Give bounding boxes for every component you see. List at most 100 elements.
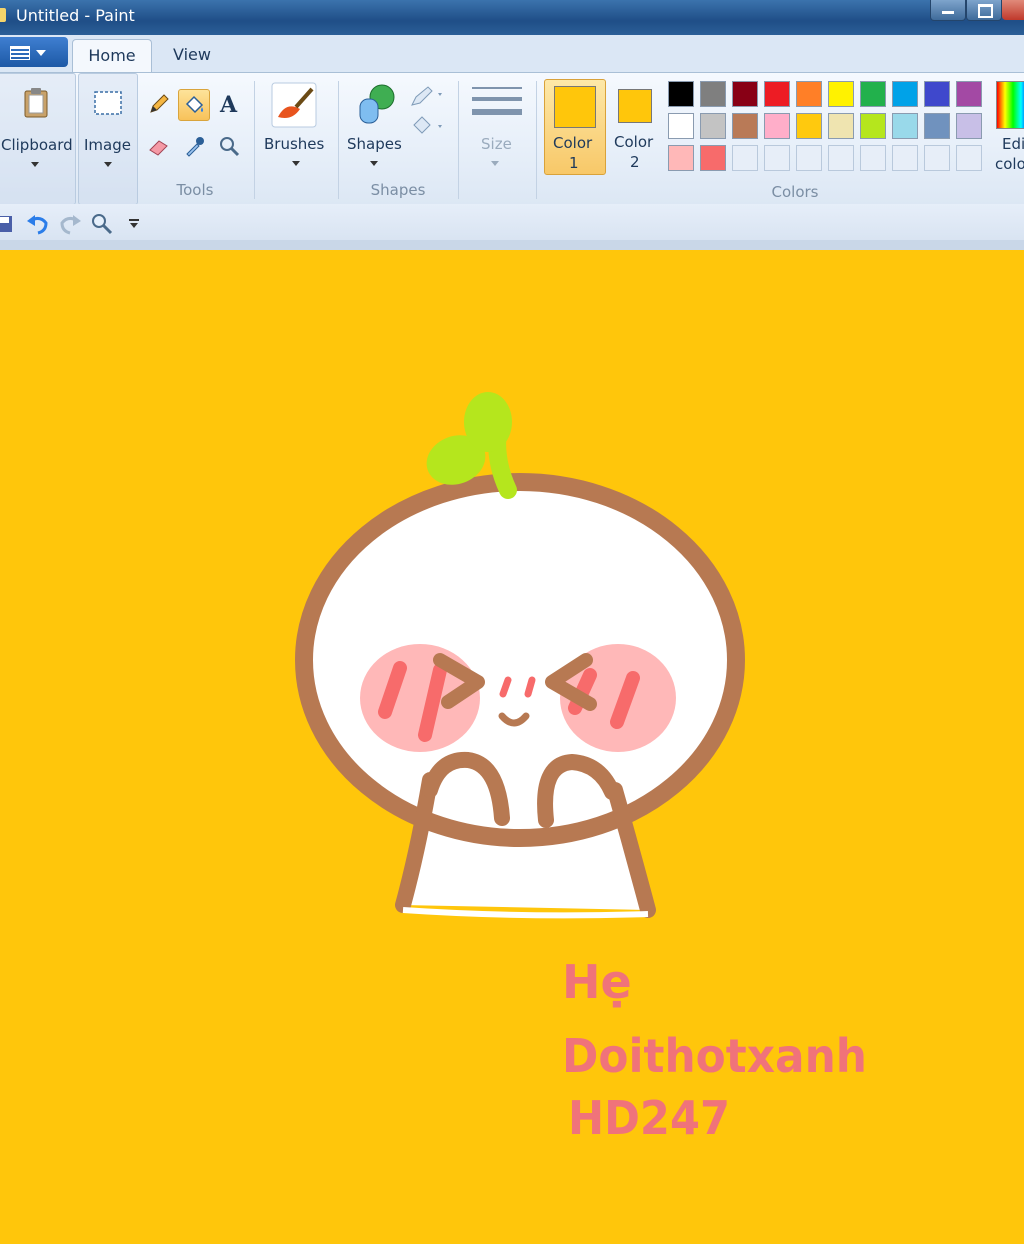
palette-swatch[interactable]: [764, 145, 790, 171]
text-tool[interactable]: A: [214, 89, 244, 119]
ribbon: Clipboard Image A Tools Brushes Shapes S…: [0, 72, 1024, 206]
chevron-down-icon: [292, 161, 300, 166]
pencil-icon: [150, 94, 169, 113]
palette-swatch[interactable]: [732, 145, 758, 171]
paint-bucket-icon: [185, 95, 204, 114]
palette-swatch[interactable]: [892, 145, 918, 171]
maximize-button[interactable]: [966, 0, 1002, 21]
color2-label: Color: [614, 133, 654, 151]
window-controls: [928, 0, 1024, 22]
ribbon-divider: [536, 81, 537, 199]
magnifier-icon: [220, 137, 240, 157]
nose-mark-1: [499, 676, 512, 698]
customize-toolbar-icon[interactable]: [128, 218, 140, 230]
size-label: Size: [481, 135, 512, 153]
palette-swatch[interactable]: [700, 145, 726, 171]
ribbon-divider: [458, 81, 459, 199]
palette-swatch[interactable]: [828, 81, 854, 107]
image-label: Image: [84, 136, 131, 154]
minimize-button[interactable]: [930, 0, 966, 21]
select-icon: [94, 91, 122, 115]
palette-swatch[interactable]: [924, 145, 950, 171]
paint-app-icon[interactable]: [0, 8, 6, 22]
palette-swatch[interactable]: [956, 145, 982, 171]
color2-swatch: [618, 89, 652, 123]
image-group: Image: [78, 73, 138, 205]
palette-swatch[interactable]: [860, 113, 886, 139]
quick-access-toolbar: [0, 204, 1024, 241]
color-palette: [668, 81, 988, 177]
edit-colors-button[interactable]: [996, 81, 1024, 129]
clipboard-label: Clipboard: [1, 136, 73, 154]
canvas-text-line-3: HD247: [568, 1091, 730, 1145]
chevron-down-icon: [36, 50, 46, 56]
color2-button[interactable]: Color 2: [610, 79, 660, 173]
brush-icon: [271, 82, 317, 128]
title-bar: Untitled - Paint: [0, 0, 1024, 35]
close-button[interactable]: [1002, 0, 1024, 20]
palette-swatch[interactable]: [892, 113, 918, 139]
fill-bucket-icon: [413, 116, 442, 134]
paint-menu-button[interactable]: [0, 37, 68, 67]
menu-icon: [10, 46, 30, 60]
palette-swatch[interactable]: [700, 81, 726, 107]
eraser-tool[interactable]: [144, 131, 174, 161]
palette-swatch[interactable]: [956, 113, 982, 139]
outline-button[interactable]: [408, 83, 448, 109]
palette-swatch[interactable]: [796, 145, 822, 171]
drawing-canvas[interactable]: Hẹ Doithotxanh HD247: [0, 250, 1024, 1240]
color1-button[interactable]: Color 1: [544, 79, 606, 175]
palette-swatch[interactable]: [668, 81, 694, 107]
sprout-leaf-right: [464, 392, 512, 452]
tab-home[interactable]: Home: [72, 39, 152, 72]
chevron-down-icon: [491, 161, 499, 166]
chevron-down-icon: [31, 162, 39, 167]
fill-button[interactable]: [408, 113, 448, 139]
color1-number: 1: [569, 154, 579, 172]
clipboard-icon: [24, 88, 48, 118]
palette-swatch[interactable]: [796, 113, 822, 139]
fill-tool[interactable]: [178, 89, 210, 121]
size-button[interactable]: Size: [462, 73, 532, 183]
ribbon-divider: [338, 81, 339, 199]
brushes-button[interactable]: Brushes: [258, 73, 334, 183]
nose-mark-2: [524, 676, 536, 698]
palette-swatch[interactable]: [668, 145, 694, 171]
palette-swatch[interactable]: [892, 81, 918, 107]
palette-swatch[interactable]: [668, 113, 694, 139]
character-head: [295, 473, 745, 847]
palette-swatch[interactable]: [924, 113, 950, 139]
undo-icon[interactable]: [26, 213, 50, 235]
save-icon[interactable]: [0, 214, 14, 234]
outline-pencil-icon: [411, 86, 442, 106]
window-title: Untitled - Paint: [16, 6, 135, 25]
palette-swatch[interactable]: [828, 113, 854, 139]
palette-swatch[interactable]: [796, 81, 822, 107]
svg-text:A: A: [219, 92, 238, 116]
clipboard-group: Clipboard: [0, 73, 76, 205]
image-button[interactable]: Image: [79, 74, 137, 184]
palette-swatch[interactable]: [924, 81, 950, 107]
drawing: Hẹ Doithotxanh HD247: [0, 250, 1024, 1240]
palette-swatch[interactable]: [764, 81, 790, 107]
clipboard-button[interactable]: Clipboard: [0, 74, 75, 184]
redo-icon[interactable]: [58, 213, 82, 235]
pencil-tool[interactable]: [144, 89, 174, 119]
tab-view[interactable]: View: [152, 39, 232, 71]
palette-swatch[interactable]: [764, 113, 790, 139]
canvas-text-line-1: Hẹ: [562, 955, 632, 1009]
ribbon-tab-bar: Home View: [0, 35, 1024, 73]
palette-swatch[interactable]: [860, 145, 886, 171]
shapes-button[interactable]: Shapes: [340, 73, 408, 183]
palette-swatch[interactable]: [828, 145, 854, 171]
tools-group: A Tools: [140, 73, 250, 203]
palette-swatch[interactable]: [956, 81, 982, 107]
tools-label: Tools: [176, 181, 214, 199]
palette-swatch[interactable]: [732, 81, 758, 107]
palette-swatch[interactable]: [700, 113, 726, 139]
zoom-icon[interactable]: [90, 212, 114, 236]
color-picker-tool[interactable]: [180, 131, 210, 161]
palette-swatch[interactable]: [732, 113, 758, 139]
magnifier-tool[interactable]: [214, 131, 244, 161]
palette-swatch[interactable]: [860, 81, 886, 107]
